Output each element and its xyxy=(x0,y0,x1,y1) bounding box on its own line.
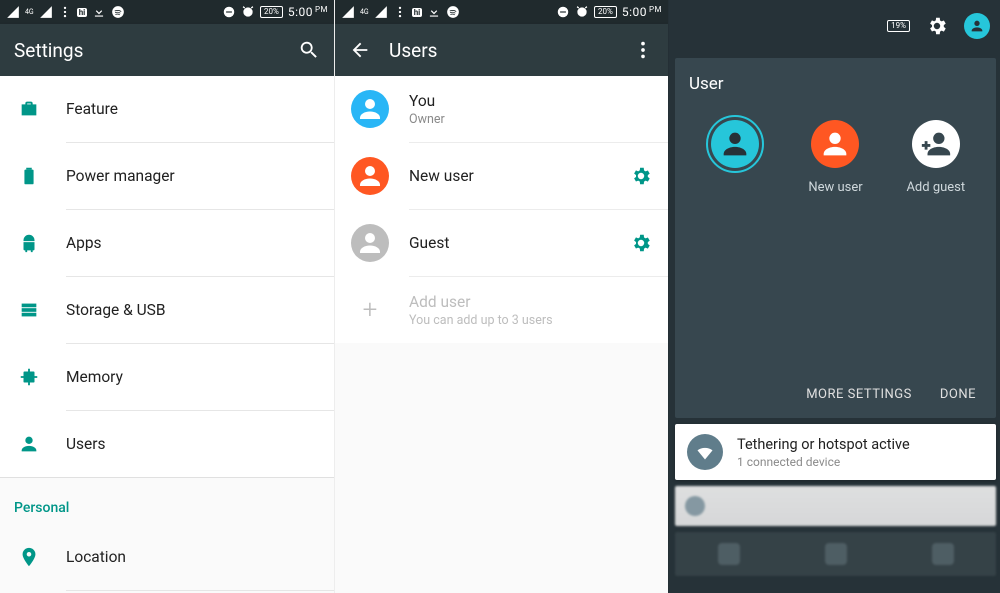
add-user-subtitle: You can add up to 3 users xyxy=(409,313,652,328)
avatar xyxy=(351,90,389,128)
quick-user-label: New user xyxy=(808,180,862,195)
user-item-guest[interactable]: Guest xyxy=(335,210,668,276)
avatar xyxy=(351,157,389,195)
user-item-add-user[interactable]: + Add user You can add up to 3 users xyxy=(335,277,668,343)
settings-item-feature[interactable]: Feature xyxy=(0,76,334,142)
page-title: Users xyxy=(389,39,614,62)
page-title: Settings xyxy=(14,39,280,62)
done-button[interactable]: DONE xyxy=(940,387,976,402)
notification-title: Tethering or hotspot active xyxy=(737,436,910,453)
user-panel: User New user Add guest MORE SETTINGS DO… xyxy=(675,58,996,418)
avatar xyxy=(711,120,759,168)
clock: 5:00PM xyxy=(622,5,662,19)
battery-percent: 19% xyxy=(887,20,910,32)
user-name: Guest xyxy=(409,234,610,252)
signal-icon xyxy=(341,5,355,19)
alarm-icon xyxy=(575,5,589,19)
avatar xyxy=(351,224,389,262)
quick-user-add-guest[interactable]: Add guest xyxy=(891,120,981,195)
quick-user-label: Add guest xyxy=(906,180,965,195)
hi-badge: hi xyxy=(412,8,423,17)
battery-icon xyxy=(18,165,40,187)
user-item-new-user[interactable]: New user xyxy=(335,143,668,209)
pin-icon xyxy=(18,546,40,568)
wifi-icon xyxy=(687,434,723,470)
add-user-title: Add user xyxy=(409,293,652,311)
battery-percent: 20% xyxy=(594,6,617,18)
gear-icon[interactable] xyxy=(630,232,652,254)
quick-header: 19% xyxy=(669,0,1000,52)
gear-icon[interactable] xyxy=(630,165,652,187)
android-icon xyxy=(18,232,40,254)
gear-icon[interactable] xyxy=(926,15,948,37)
settings-item-power[interactable]: Power manager xyxy=(0,143,334,209)
section-header-personal: Personal xyxy=(0,477,334,524)
settings-item-label: Location xyxy=(66,548,126,566)
back-icon[interactable] xyxy=(349,39,371,61)
more-icon xyxy=(58,5,72,19)
storage-icon xyxy=(18,299,40,321)
quick-user-new[interactable]: New user xyxy=(790,120,880,195)
plus-icon: + xyxy=(351,295,389,325)
account-avatar-icon[interactable] xyxy=(964,13,990,39)
settings-item-users[interactable]: Users xyxy=(0,411,334,477)
notification-tethering[interactable]: Tethering or hotspot active 1 connected … xyxy=(675,424,996,480)
screen-quick-user: 19% User New user Add guest xyxy=(668,0,1000,593)
quick-user-current[interactable] xyxy=(690,120,780,195)
settings-item-label: Users xyxy=(66,435,106,453)
screen-settings: 4G hi 20% 5:00PM Settings Feature xyxy=(0,0,334,593)
user-list: You Owner New user Guest xyxy=(335,76,668,343)
appbar-settings: Settings xyxy=(0,24,334,76)
appbar-users: Users xyxy=(335,24,668,76)
signal-icon-2 xyxy=(374,5,388,19)
clock: 5:00PM xyxy=(288,5,328,19)
settings-item-label: Apps xyxy=(66,234,102,252)
settings-item-label: Feature xyxy=(66,100,118,118)
signal-icon xyxy=(6,5,20,19)
briefcase-icon xyxy=(18,98,40,120)
spotify-icon xyxy=(446,5,460,19)
panel-title: User xyxy=(685,72,986,112)
more-icon xyxy=(393,5,407,19)
user-name: New user xyxy=(409,167,610,185)
avatar xyxy=(912,120,960,168)
settings-item-memory[interactable]: Memory xyxy=(0,344,334,410)
user-name: You xyxy=(409,92,652,110)
notification-blurred xyxy=(675,486,996,526)
signal-4g-label: 4G xyxy=(360,8,369,16)
settings-list: Feature Power manager Apps Storage & USB… xyxy=(0,76,334,477)
more-settings-button[interactable]: MORE SETTINGS xyxy=(806,387,912,402)
download-icon xyxy=(427,5,441,19)
settings-item-apps[interactable]: Apps xyxy=(0,210,334,276)
screen-users: 4G hi 20% 5:00PM Users Y xyxy=(334,0,668,593)
signal-4g-label: 4G xyxy=(25,8,34,16)
settings-item-location[interactable]: Location xyxy=(0,524,334,590)
user-item-you[interactable]: You Owner xyxy=(335,76,668,142)
spotify-icon xyxy=(111,5,125,19)
download-icon xyxy=(92,5,106,19)
dnd-icon xyxy=(222,5,236,19)
dnd-icon xyxy=(556,5,570,19)
user-subtitle: Owner xyxy=(409,112,652,127)
notification-subtitle: 1 connected device xyxy=(737,455,910,469)
signal-icon-2 xyxy=(39,5,53,19)
nav-bar-blurred xyxy=(675,532,996,576)
settings-item-label: Memory xyxy=(66,368,123,386)
hi-badge: hi xyxy=(77,8,88,17)
settings-item-storage[interactable]: Storage & USB xyxy=(0,277,334,343)
battery-percent: 20% xyxy=(260,6,283,18)
search-icon[interactable] xyxy=(298,39,320,61)
alarm-icon xyxy=(241,5,255,19)
overflow-icon[interactable] xyxy=(632,39,654,61)
status-bar: 4G hi 20% 5:00PM xyxy=(0,0,334,24)
settings-item-label: Storage & USB xyxy=(66,301,166,319)
chip-icon xyxy=(18,366,40,388)
person-icon xyxy=(18,433,40,455)
settings-item-label: Power manager xyxy=(66,167,175,185)
avatar xyxy=(811,120,859,168)
status-bar: 4G hi 20% 5:00PM xyxy=(335,0,668,24)
